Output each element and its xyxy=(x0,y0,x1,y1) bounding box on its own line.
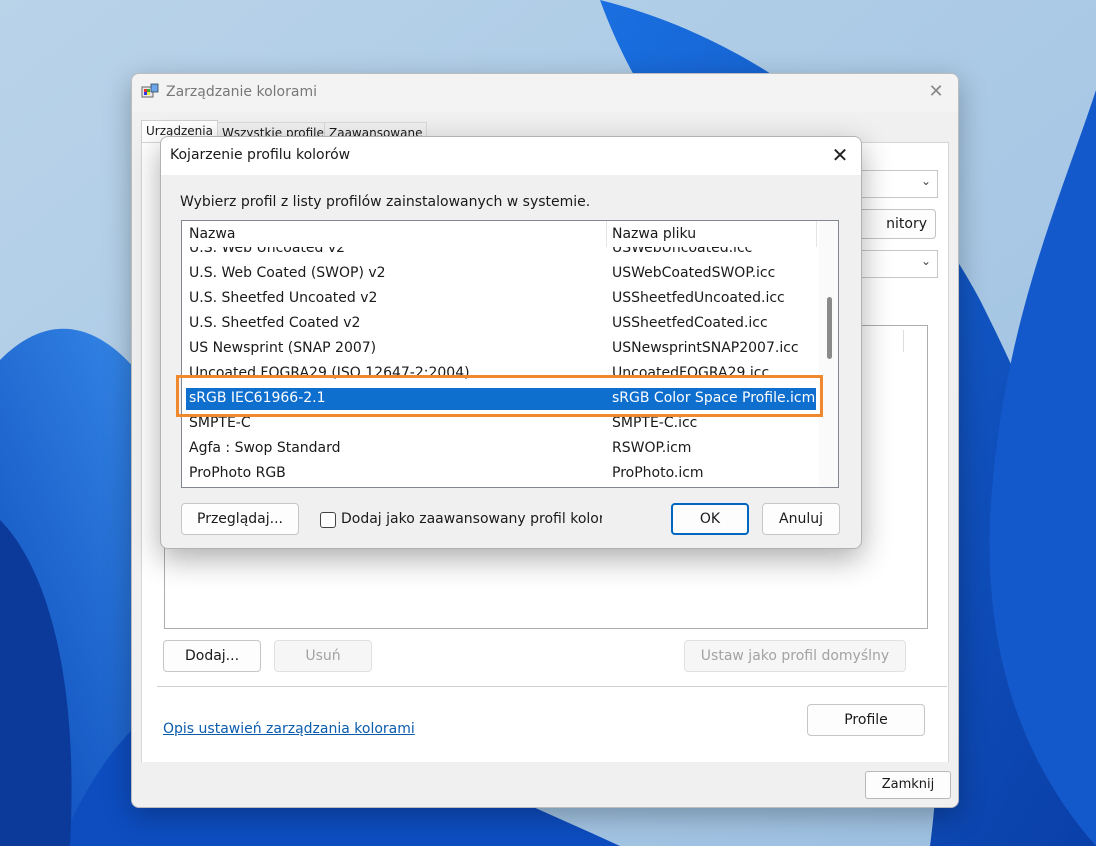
profile-name: US Newsprint (SNAP 2007) xyxy=(189,340,377,356)
cancel-button[interactable]: Anuluj xyxy=(762,503,840,535)
list-item[interactable]: U.S. Web Coated (SWOP) v2 USWebCoatedSWOP… xyxy=(186,263,816,285)
scrollbar-thumb[interactable] xyxy=(827,297,832,359)
set-default-profile-button[interactable]: Ustaw jako profil domyślny xyxy=(684,640,906,672)
close-button[interactable]: Zamknij xyxy=(865,771,951,799)
dialog-instruction: Wybierz profil z listy profilów zainstal… xyxy=(180,194,591,210)
column-divider xyxy=(606,221,607,247)
list-item[interactable]: U.S. Sheetfed Uncoated v2 USSheetfedUncoa… xyxy=(186,288,816,310)
device-select[interactable]: ⌄ xyxy=(856,170,938,198)
profile-file-name: USSheetfedCoated.icc xyxy=(612,315,768,331)
profile-name: U.S. Sheetfed Coated v2 xyxy=(189,315,361,331)
profile-file-name: USWebCoatedSWOP.icc xyxy=(612,265,776,281)
profile-list[interactable]: U.S. Web Uncoated v2 USWebUncoated.icc U.S… xyxy=(181,220,839,488)
column-header-name[interactable]: Nazwa xyxy=(189,226,235,242)
list-item[interactable]: ProPhoto RGB ProPhoto.icm xyxy=(186,463,816,485)
chevron-down-icon: ⌄ xyxy=(920,254,931,268)
bottom-bar xyxy=(132,762,958,807)
selection-highlight-outline xyxy=(176,375,823,417)
profile-file-name: USSheetfedUncoated.icc xyxy=(612,290,785,306)
column-divider xyxy=(903,330,904,352)
profile-file-name: ProPhoto.icm xyxy=(612,465,704,481)
help-link[interactable]: Opis ustawień zarządzania kolorami xyxy=(163,721,415,737)
checkbox-label: Dodaj jako zaawansowany profil kolorów xyxy=(341,511,602,527)
vertical-scrollbar[interactable] xyxy=(819,221,838,487)
checkbox-box[interactable] xyxy=(320,512,336,528)
profile-name: U.S. Web Coated (SWOP) v2 xyxy=(189,265,386,281)
chevron-down-icon: ⌄ xyxy=(920,174,931,188)
profile-name: U.S. Sheetfed Uncoated v2 xyxy=(189,290,378,306)
color-management-app-icon xyxy=(141,83,159,98)
remove-button[interactable]: Usuń xyxy=(274,640,372,672)
profile-file-name: USNewsprintSNAP2007.icc xyxy=(612,340,799,356)
profile-file-name: RSWOP.icm xyxy=(612,440,692,456)
list-item[interactable]: Agfa : Swop Standard RSWOP.icm xyxy=(186,438,816,460)
add-button[interactable]: Dodaj... xyxy=(163,640,261,672)
profiles-button[interactable]: Profile xyxy=(807,704,925,736)
dialog-close-icon[interactable]: ✕ xyxy=(829,144,851,166)
list-item[interactable]: U.S. Sheetfed Coated v2 USSheetfedCoated.… xyxy=(186,313,816,335)
list-item[interactable]: US Newsprint (SNAP 2007) USNewsprintSNAP2… xyxy=(186,338,816,360)
advanced-profile-checkbox[interactable]: Dodaj jako zaawansowany profil kolorów xyxy=(320,511,602,531)
profile-name: ProPhoto RGB xyxy=(189,465,286,481)
associate-color-profile-dialog: Kojarzenie profilu kolorów ✕ Wybierz pro… xyxy=(160,136,862,549)
dialog-titlebar: Kojarzenie profilu kolorów ✕ xyxy=(161,137,861,175)
profile-name: Agfa : Swop Standard xyxy=(189,440,341,456)
main-titlebar: Zarządzanie kolorami ✕ xyxy=(132,74,958,112)
browse-button[interactable]: Przeglądaj... xyxy=(181,503,299,535)
dialog-title: Kojarzenie profilu kolorów xyxy=(170,147,351,163)
separator xyxy=(157,686,947,687)
profile-name: SMPTE-C xyxy=(189,415,251,431)
column-divider xyxy=(816,221,817,247)
list-header: Nazwa Nazwa pliku xyxy=(182,221,818,247)
main-close-icon[interactable]: ✕ xyxy=(926,82,946,102)
profile-list-rows: U.S. Web Uncoated v2 USWebUncoated.icc U.S… xyxy=(182,221,818,487)
profile-file-name: SMPTE-C.icc xyxy=(612,415,698,431)
column-header-file[interactable]: Nazwa pliku xyxy=(612,226,696,242)
profile-mode-select[interactable]: ⌄ xyxy=(856,250,938,278)
ok-button[interactable]: OK xyxy=(671,503,749,535)
main-window-title: Zarządzanie kolorami xyxy=(166,84,317,100)
